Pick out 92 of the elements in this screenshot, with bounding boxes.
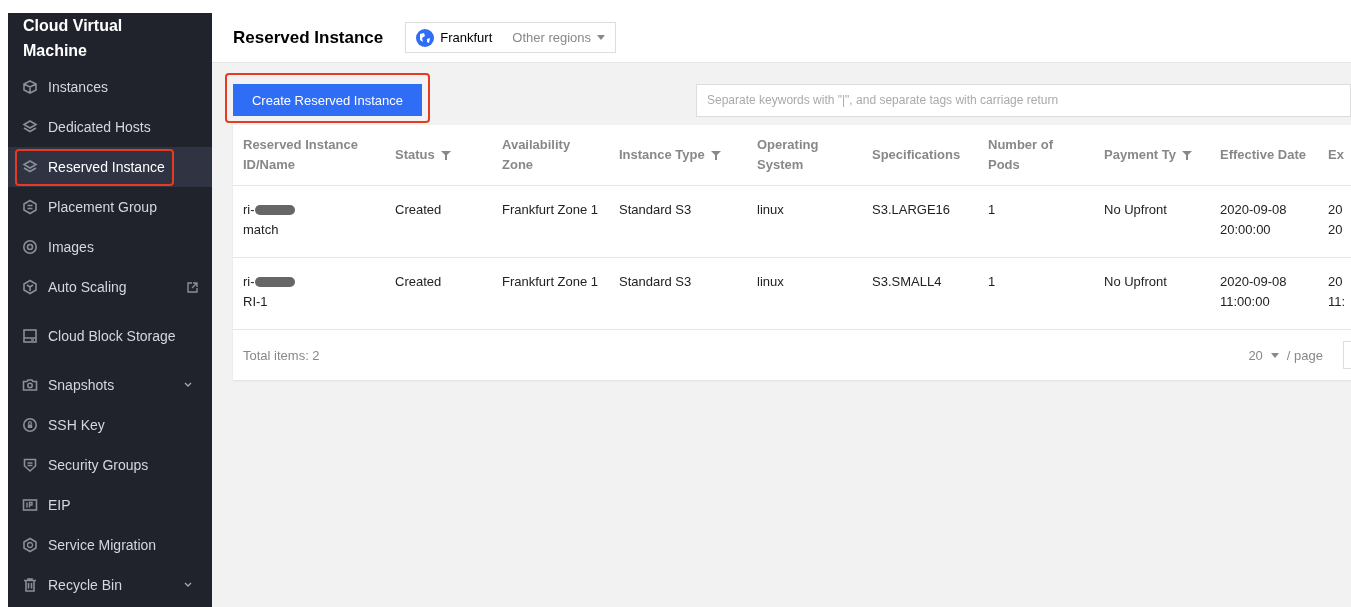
layers-icon	[22, 159, 38, 175]
table-cell: Frankfurt Zone 1	[502, 202, 599, 217]
filter-icon[interactable]	[1182, 150, 1192, 160]
table-cell-text: RI-1	[243, 293, 269, 311]
cube-icon	[22, 79, 38, 95]
per-page-label: / page	[1286, 347, 1323, 363]
table-cell-text: match	[243, 221, 280, 239]
column-header: Instance Type	[619, 146, 705, 164]
table-cell: Created	[395, 202, 442, 217]
cube-icon	[22, 279, 38, 295]
sidebar-title: Cloud Virtual Machine	[22, 16, 124, 61]
chevron-down-icon[interactable]	[184, 582, 192, 588]
table-cell: Created	[395, 274, 442, 289]
sidebar-item[interactable]: Placement Group	[8, 187, 212, 227]
filter-icon[interactable]	[710, 150, 721, 160]
column-header: Operating System	[757, 136, 820, 174]
table-cell-text: 11:	[1328, 293, 1347, 311]
table-cell-text: ri-	[243, 273, 255, 291]
sidebar-label: Cloud Block Storage	[48, 326, 177, 346]
sidebar-label: Recycle Bin	[48, 575, 123, 595]
table-cell-text: 20	[1328, 221, 1344, 239]
column-header: Reserved Instance ID/Name	[243, 136, 359, 174]
table-cell-text: 2020-09-08	[1220, 273, 1288, 291]
column-header: Payment Ty	[1104, 146, 1176, 164]
disc-icon	[22, 239, 38, 255]
table-cell-text: 11:00:00	[1220, 293, 1271, 311]
sidebar-label: Placement Group	[48, 197, 158, 217]
region-selector[interactable]: Frankfurt Other regions	[405, 22, 617, 53]
table-cell: S3.SMALL4	[872, 274, 942, 289]
hexagon-icon	[22, 537, 38, 553]
column-header: Effective Date	[1220, 146, 1306, 164]
column-header: Availability Zone	[502, 136, 572, 174]
sidebar-label: Snapshots	[48, 375, 116, 395]
column-header: Specifications	[872, 146, 961, 164]
hexagon-icon	[22, 199, 38, 215]
sidebar-label: Security Groups	[48, 455, 150, 475]
table-cell-text: 20	[1328, 201, 1344, 219]
table-cell: No Upfront	[1104, 274, 1167, 289]
sidebar-label: SSH Key	[48, 415, 106, 435]
lock-icon	[22, 417, 38, 433]
sidebar-label: Images	[48, 237, 95, 257]
table-cell: Standard S3	[619, 202, 692, 217]
table-cell-text: 2020-09-08	[1220, 201, 1288, 219]
total-items: Total items: 2	[243, 347, 320, 363]
create-button[interactable]: Create Reserved Instance	[233, 84, 422, 116]
sidebar-item[interactable]: Images	[8, 227, 212, 267]
column-header: Status	[395, 146, 435, 164]
globe-icon	[416, 28, 435, 47]
region-name: Frankfurt	[440, 30, 493, 45]
shield-icon	[22, 457, 38, 473]
table-cell-text: 20	[1328, 273, 1344, 291]
sidebar-item[interactable]: EIP	[8, 485, 212, 525]
sidebar-label: Reserved Instance	[48, 157, 166, 177]
table-cell: 1	[988, 202, 996, 217]
column-header: Number of Pods	[988, 136, 1054, 174]
layers-icon	[22, 119, 38, 135]
sidebar-item[interactable]: Cloud Block Storage	[8, 307, 212, 365]
page-size-dropdown[interactable]: 20	[1248, 347, 1263, 363]
sidebar-label: EIP	[48, 495, 72, 515]
table-cell: Frankfurt Zone 1	[502, 274, 599, 289]
sidebar-item[interactable]: Instances	[8, 67, 212, 107]
sidebar-item[interactable]: Reserved Instance	[8, 147, 212, 187]
ip-icon	[22, 497, 38, 513]
search-field[interactable]: Separate keywords with "|", and separate tags with carriage return	[696, 83, 1351, 117]
caret-icon	[597, 35, 606, 40]
sidebar-label: Instances	[48, 77, 109, 97]
table-cell: 1	[988, 274, 996, 289]
filter-icon[interactable]	[440, 150, 451, 160]
page-title: Reserved Instance	[233, 27, 384, 48]
chevron-down-icon[interactable]	[184, 382, 192, 388]
sidebar-label: Dedicated Hosts	[48, 117, 152, 137]
caret-icon[interactable]	[1270, 352, 1279, 358]
table-cell-text: ri-	[243, 201, 255, 219]
table-cell: No Upfront	[1104, 202, 1167, 217]
sidebar-item[interactable]: Service Migration	[8, 525, 212, 565]
trash-icon	[22, 577, 38, 593]
sidebar-item[interactable]: Auto Scaling	[8, 267, 212, 307]
column-header: Ex	[1328, 146, 1344, 164]
table-cell: linux	[757, 274, 784, 289]
camera-icon	[22, 377, 38, 393]
sidebar-item[interactable]: Dedicated Hosts	[8, 107, 212, 147]
table-cell: Standard S3	[619, 274, 692, 289]
table-cell: linux	[757, 202, 784, 217]
sidebar-item[interactable]: Security Groups	[8, 445, 212, 485]
table-cell: S3.LARGE16	[872, 202, 951, 217]
sidebar-label: Auto Scaling	[48, 277, 128, 297]
sidebar-item[interactable]: SSH Key	[8, 405, 212, 445]
sidebar-label: Service Migration	[48, 535, 158, 555]
other-regions-dropdown[interactable]: Other regions	[512, 30, 606, 45]
sidebar-item[interactable]: Recycle Bin	[8, 565, 212, 605]
table-cell-text: 20:00:00	[1220, 221, 1272, 239]
sidebar-item[interactable]: Snapshots	[8, 365, 212, 405]
